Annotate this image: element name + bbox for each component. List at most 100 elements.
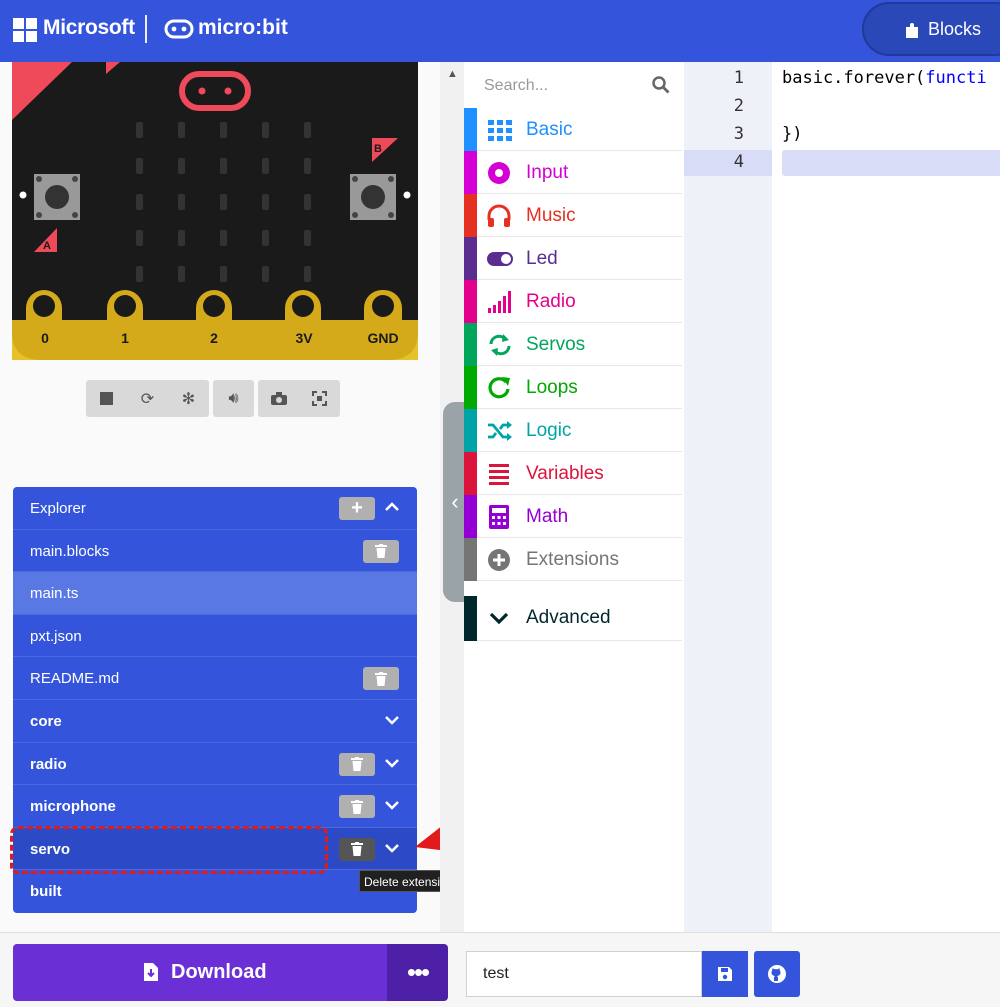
debug-button[interactable]: ✻ bbox=[168, 380, 209, 417]
category-music[interactable]: Music bbox=[464, 194, 682, 237]
delete-microphone-button[interactable] bbox=[339, 795, 375, 819]
scroll-up-icon[interactable]: ▲ bbox=[447, 68, 458, 80]
toolbox: Search... Basic Input Music Led Radio Se… bbox=[464, 62, 684, 932]
file-readme[interactable]: README.md bbox=[13, 657, 417, 700]
trash-icon bbox=[351, 757, 363, 772]
calculator-icon bbox=[489, 505, 509, 529]
chevron-down-icon[interactable] bbox=[383, 795, 401, 815]
camera-icon bbox=[270, 392, 287, 405]
file-label: main.ts bbox=[30, 585, 79, 603]
microbit-board[interactable]: A B 0 1 2 3V GND bbox=[12, 62, 418, 360]
simulator-toolbar: ⟳ ✻ 🔊︎ bbox=[86, 380, 340, 417]
chevron-down-icon bbox=[489, 612, 509, 625]
file-main-ts[interactable]: main.ts bbox=[13, 572, 417, 615]
category-input[interactable]: Input bbox=[464, 151, 682, 194]
list-lines-icon bbox=[489, 464, 509, 485]
delete-readme-button[interactable] bbox=[363, 667, 399, 691]
project-name-input[interactable] bbox=[466, 951, 702, 997]
category-label: Logic bbox=[526, 420, 572, 441]
line-number: 2 bbox=[733, 96, 744, 116]
save-button[interactable] bbox=[702, 951, 748, 997]
line-number-gutter bbox=[684, 62, 772, 932]
package-core[interactable]: core bbox=[13, 700, 417, 743]
file-pxt-json[interactable]: pxt.json bbox=[13, 615, 417, 658]
package-microphone[interactable]: microphone bbox=[13, 785, 417, 828]
header-bar: Microsoft micro:bit Blocks bbox=[0, 0, 1000, 62]
category-extensions[interactable]: Extensions bbox=[464, 538, 682, 581]
toggle-icon bbox=[487, 252, 513, 266]
chevron-down-icon[interactable] bbox=[383, 753, 401, 773]
file-label: pxt.json bbox=[30, 627, 82, 645]
bottom-bar: Download ••• bbox=[0, 932, 1000, 1007]
download-label: Download bbox=[171, 961, 267, 983]
download-button[interactable]: Download bbox=[13, 944, 388, 1001]
signal-bars-icon bbox=[488, 291, 511, 313]
mute-button[interactable]: 🔊︎ bbox=[213, 380, 254, 417]
chevron-left-icon: ‹ bbox=[451, 489, 459, 514]
trash-icon bbox=[351, 799, 363, 814]
loop-icon bbox=[488, 377, 510, 399]
microbit-brand[interactable]: micro:bit bbox=[198, 16, 288, 40]
category-math[interactable]: Math bbox=[464, 495, 682, 538]
download-icon bbox=[144, 963, 158, 981]
code-keyword: functi bbox=[925, 68, 987, 88]
puzzle-icon bbox=[906, 23, 918, 38]
header-divider bbox=[145, 15, 147, 43]
delete-servo-button[interactable] bbox=[339, 837, 375, 861]
trash-icon bbox=[375, 671, 387, 686]
stop-button[interactable] bbox=[86, 380, 127, 417]
package-radio[interactable]: radio bbox=[13, 743, 417, 786]
category-label: Servos bbox=[526, 334, 586, 355]
category-label: Radio bbox=[526, 291, 576, 312]
file-main-blocks[interactable]: main.blocks bbox=[13, 530, 417, 573]
package-label: microphone bbox=[30, 798, 116, 816]
category-label: Extensions bbox=[526, 549, 619, 570]
search-icon[interactable] bbox=[652, 76, 670, 94]
line-number: 1 bbox=[733, 68, 744, 88]
more-options-button[interactable]: ••• bbox=[387, 944, 448, 1001]
add-file-button[interactable]: + bbox=[339, 497, 375, 520]
plus-icon: + bbox=[351, 497, 363, 519]
chevron-up-icon[interactable] bbox=[383, 497, 401, 517]
package-label: built bbox=[30, 883, 62, 901]
pin-3v-label: 3V bbox=[295, 330, 313, 346]
explorer-header[interactable]: Explorer + bbox=[13, 487, 417, 530]
fullscreen-button[interactable] bbox=[299, 380, 340, 417]
explorer-title: Explorer bbox=[30, 500, 86, 517]
toolbox-search[interactable]: Search... bbox=[466, 62, 682, 108]
delete-main-blocks-button[interactable] bbox=[363, 539, 399, 563]
category-label: Variables bbox=[526, 463, 604, 484]
code-line-3[interactable]: }) bbox=[782, 124, 802, 144]
code-line-1[interactable]: basic.forever(functi bbox=[782, 68, 987, 88]
microbit-logo-icon[interactable] bbox=[164, 18, 194, 40]
category-label: Input bbox=[526, 162, 569, 183]
restart-button[interactable]: ⟳ bbox=[127, 380, 168, 417]
tab-blocks[interactable]: Blocks bbox=[862, 2, 1000, 56]
category-led[interactable]: Led bbox=[464, 237, 682, 280]
servo-highlight-annotation bbox=[10, 826, 328, 874]
search-input[interactable]: Search... bbox=[484, 77, 548, 95]
file-label: README.md bbox=[30, 670, 120, 688]
code-editor[interactable]: 1 2 3 4 basic.forever(functi }) bbox=[684, 62, 1000, 932]
delete-radio-button[interactable] bbox=[339, 752, 375, 776]
github-button[interactable] bbox=[754, 951, 800, 997]
chevron-down-icon[interactable] bbox=[383, 710, 401, 730]
input-circle-icon bbox=[488, 162, 510, 184]
category-label: Advanced bbox=[526, 607, 611, 628]
chevron-down-icon[interactable] bbox=[383, 838, 401, 858]
microsoft-logo-icon[interactable] bbox=[13, 18, 37, 42]
category-loops[interactable]: Loops bbox=[464, 366, 682, 409]
category-servos[interactable]: Servos bbox=[464, 323, 682, 366]
category-advanced[interactable]: Advanced bbox=[464, 596, 682, 641]
tab-blocks-label: Blocks bbox=[928, 19, 982, 39]
category-radio[interactable]: Radio bbox=[464, 280, 682, 323]
package-built[interactable]: built bbox=[13, 870, 417, 913]
microsoft-brand[interactable]: Microsoft bbox=[43, 16, 135, 40]
category-logic[interactable]: Logic bbox=[464, 409, 682, 452]
category-basic[interactable]: Basic bbox=[464, 108, 682, 151]
category-variables[interactable]: Variables bbox=[464, 452, 682, 495]
category-label: Math bbox=[526, 506, 569, 527]
bug-icon: ✻ bbox=[181, 390, 196, 408]
category-label: Loops bbox=[526, 377, 578, 398]
screenshot-button[interactable] bbox=[258, 380, 299, 417]
